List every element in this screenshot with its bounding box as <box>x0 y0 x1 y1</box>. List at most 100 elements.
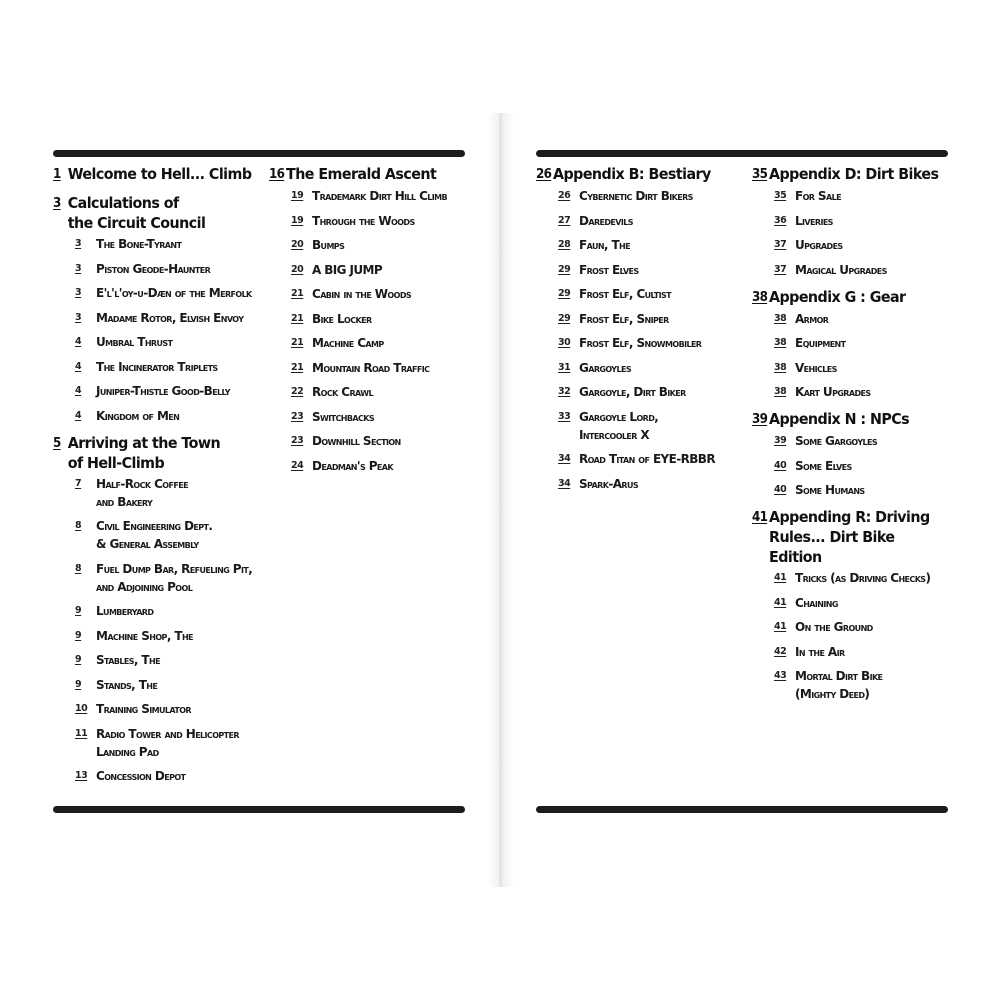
toc-entry[interactable]: 36 Liveries <box>752 212 948 230</box>
toc-entry[interactable]: 39 Some Gargoyles <box>752 432 948 450</box>
entry-page-number: 4 <box>75 360 82 372</box>
toc-entry[interactable]: 4 Umbral Thrust <box>53 333 268 351</box>
toc-entry[interactable]: 4 Kingdom of Men <box>53 407 268 425</box>
entry-title: The Incinerator Triplets <box>96 359 218 374</box>
entry-page-number: 3 <box>75 238 82 249</box>
toc-entry[interactable]: 41 Tricks (as Driving Checks) <box>752 569 948 587</box>
toc-entry[interactable]: 8 Civil Engineering Dept. & General Assem… <box>53 517 268 553</box>
toc-entry[interactable]: 35 For Sale <box>752 187 948 205</box>
section-heading[interactable]: 35 Appendix D: Dirt Bikes <box>752 164 947 185</box>
entry-page-number: 37 <box>774 263 787 275</box>
toc-entry[interactable]: 29 Frost Elf, Sniper <box>536 310 751 328</box>
toc-entry[interactable]: 34 Road Titan of EYE-RBBR <box>536 450 751 468</box>
toc-entry[interactable]: 21 Machine Camp <box>269 334 465 352</box>
toc-section: 41 Appending R: Driving Rules... Dirt Bik… <box>752 507 948 703</box>
section-heading[interactable]: 16 The Emerald Ascent <box>269 164 464 185</box>
toc-entry[interactable]: 42 In the Air <box>752 643 948 661</box>
toc-entry[interactable]: 3 E'l'l'oy-u-Dæn of the Merfolk <box>53 284 268 302</box>
toc-entry[interactable]: 3 Madame Rotor, Elvish Envoy <box>53 309 268 327</box>
entry-page-number: 38 <box>774 312 787 324</box>
toc-entry[interactable]: 24 Deadman's Peak <box>269 457 465 475</box>
entry-title: Cybernetic Dirt Bikers <box>579 189 693 203</box>
toc-entry[interactable]: 31 Gargoyles <box>536 359 751 377</box>
toc-entry[interactable]: 37 Magical Upgrades <box>752 261 948 279</box>
toc-entry[interactable]: 33 Gargoyle Lord, Intercooler X <box>536 408 751 444</box>
section-heading[interactable]: 1 Welcome to Hell... Climb <box>53 164 267 185</box>
toc-entry[interactable]: 41 Chaining <box>752 594 948 612</box>
toc-entry[interactable]: 20 Bumps <box>269 236 465 254</box>
toc-entry[interactable]: 11 Radio Tower and Helicopter Landing Pad <box>53 725 268 761</box>
bottom-rule <box>536 806 948 813</box>
toc-entry[interactable]: 19 Trademark Dirt Hill Climb <box>269 187 465 205</box>
toc-entry[interactable]: 29 Frost Elves <box>536 261 751 279</box>
toc-entry[interactable]: 4 The Incinerator Triplets <box>53 358 268 376</box>
toc-entry[interactable]: 37 Upgrades <box>752 236 948 254</box>
entry-title: Armor <box>795 311 829 326</box>
toc-entry[interactable]: 21 Mountain Road Traffic <box>269 359 465 377</box>
section-heading[interactable]: 5 Arriving at the Town of Hell-Climb <box>53 433 267 473</box>
entry-title: Cabin in the Woods <box>312 287 412 301</box>
toc-entry[interactable]: 26 Cybernetic Dirt Bikers <box>536 187 751 205</box>
entry-page-number: 4 <box>75 409 82 421</box>
toc-entry[interactable]: 9 Stands, The <box>53 676 268 694</box>
entry-title: Downhill Section <box>312 434 401 448</box>
section-heading[interactable]: 26 Appendix B: Bestiary <box>536 164 750 185</box>
bottom-rule <box>53 806 465 813</box>
toc-entry[interactable]: 10 Training Simulator <box>53 700 268 718</box>
toc-section: 26 Appendix B: Bestiary 26 Cybernetic Dirt … <box>536 164 751 493</box>
toc-entry[interactable]: 41 On the Ground <box>752 618 948 636</box>
entry-page-number: 41 <box>774 596 787 608</box>
toc-entry[interactable]: 9 Lumberyard <box>53 602 268 620</box>
toc-entry[interactable]: 7 Half-Rock Coffee and Bakery <box>53 475 268 511</box>
toc-entry[interactable]: 9 Stables, The <box>53 651 268 669</box>
toc-entry[interactable]: 43 Mortal Dirt Bike (Mighty Deed) <box>752 667 948 703</box>
toc-entry[interactable]: 29 Frost Elf, Cultist <box>536 285 751 303</box>
entry-page-number: 29 <box>558 312 571 324</box>
entry-title: Concession Depot <box>96 769 186 783</box>
toc-entry[interactable]: 9 Machine Shop, The <box>53 627 268 645</box>
toc-entry[interactable]: 13 Concession Depot <box>53 767 268 785</box>
toc-entry[interactable]: 38 Kart Upgrades <box>752 383 948 401</box>
entry-title: Daredevils <box>579 213 634 228</box>
toc-entry[interactable]: 21 Cabin in the Woods <box>269 285 465 303</box>
section-title: Calculations of the Circuit Council <box>67 194 206 232</box>
entry-page-number: 20 <box>291 239 304 250</box>
entry-page-number: 24 <box>291 459 304 471</box>
entry-page-number: 40 <box>774 484 787 495</box>
toc-entry[interactable]: 27 Daredevils <box>536 212 751 230</box>
entry-title: Spark-Arus <box>579 476 639 491</box>
toc-entry[interactable]: 32 Gargoyle, Dirt Biker <box>536 383 751 401</box>
toc-entry[interactable]: 28 Faun, The <box>536 236 751 254</box>
toc-entry[interactable]: 38 Equipment <box>752 334 948 352</box>
toc-entry[interactable]: 21 Bike Locker <box>269 310 465 328</box>
toc-entry[interactable]: 34 Spark-Arus <box>536 475 751 493</box>
toc-entry[interactable]: 20 A BIG JUMP <box>269 261 465 279</box>
entry-page-number: 38 <box>774 361 787 373</box>
toc-entry[interactable]: 40 Some Humans <box>752 481 948 499</box>
toc-entry[interactable]: 3 The Bone-Tyrant <box>53 235 268 253</box>
section-heading[interactable]: 41 Appending R: Driving Rules... Dirt Bik… <box>752 507 947 567</box>
toc-entry[interactable]: 4 Juniper-Thistle Good-Belly <box>53 382 268 400</box>
toc-entry[interactable]: 22 Rock Crawl <box>269 383 465 401</box>
toc-entry[interactable]: 23 Downhill Section <box>269 432 465 450</box>
toc-entry[interactable]: 19 Through the Woods <box>269 212 465 230</box>
section-heading[interactable]: 38 Appendix G : Gear <box>752 287 947 308</box>
entry-page-number: 39 <box>774 435 787 446</box>
entry-page-number: 10 <box>75 703 88 714</box>
toc-entry[interactable]: 3 Piston Geode-Haunter <box>53 260 268 278</box>
toc-entry[interactable]: 40 Some Elves <box>752 457 948 475</box>
toc-entry[interactable]: 38 Vehicles <box>752 359 948 377</box>
toc-entry[interactable]: 8 Fuel Dump Bar, Refueling Pit, and Adjoi… <box>53 560 268 596</box>
entry-title: Radio Tower and Helicopter Landing Pad <box>96 726 240 759</box>
toc-entry[interactable]: 23 Switchbacks <box>269 408 465 426</box>
section-page-number: 5 <box>53 435 61 451</box>
section-title: Welcome to Hell... Climb <box>67 165 252 183</box>
section-heading[interactable]: 3 Calculations of the Circuit Council <box>53 193 267 233</box>
toc-entry[interactable]: 38 Armor <box>752 310 948 328</box>
section-heading[interactable]: 39 Appendix N : NPCs <box>752 409 947 430</box>
toc-entry[interactable]: 30 Frost Elf, Snowmobiler <box>536 334 751 352</box>
section-title: Arriving at the Town of Hell-Climb <box>67 433 221 472</box>
entry-title: Stables, The <box>96 653 161 667</box>
entry-title: Rock Crawl <box>312 385 374 399</box>
entry-title: Umbral Thrust <box>96 335 173 349</box>
